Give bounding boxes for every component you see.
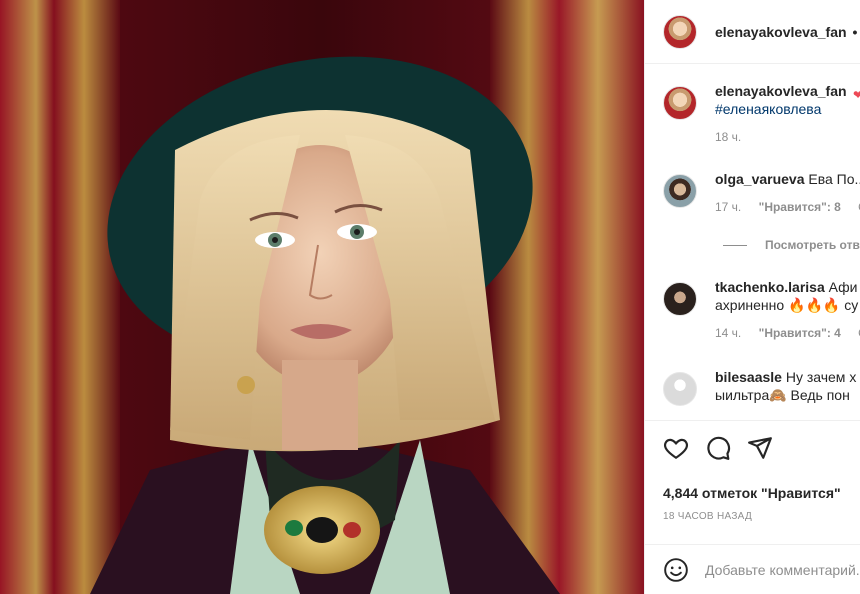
portrait-illustration <box>0 0 644 594</box>
caption-hashtag[interactable]: #еленаяковлева <box>715 100 847 118</box>
caption-time[interactable]: 18 ч. <box>715 130 741 144</box>
header-dot: • <box>852 23 858 40</box>
post-time[interactable]: 18 ЧАСОВ НАЗАД <box>663 511 752 522</box>
comment-text: Ева По... <box>808 171 860 187</box>
comment-likes[interactable]: "Нравится": 4 <box>759 326 841 340</box>
comment-username[interactable]: tkachenko.larisa <box>715 279 825 295</box>
comment-text: Ну зачем х <box>785 369 857 385</box>
comment-time[interactable]: 14 ч. <box>715 326 741 340</box>
post-actions: 4,844 отметок "Нравится" 18 ЧАСОВ НАЗАД <box>645 420 860 544</box>
commenter-avatar[interactable] <box>663 372 697 406</box>
add-comment-bar <box>645 544 860 594</box>
comment-text-line2: ыильтра🙈 Ведь пон <box>715 387 850 403</box>
emoji-smile-icon[interactable] <box>663 557 689 583</box>
comment-item: tkachenko.larisa Афи ахриненно 🔥🔥🔥 су 14… <box>663 278 860 342</box>
comment-text-line2: ахриненно 🔥🔥🔥 су <box>715 297 859 313</box>
caption-username[interactable]: elenayakovleva_fan <box>715 83 847 99</box>
comment-item: bilesaasle Ну зачем х ыильтра🙈 Ведь пон <box>663 368 860 406</box>
likes-count[interactable]: 4,844 отметок "Нравится" <box>663 485 841 501</box>
author-avatar[interactable] <box>663 14 697 49</box>
commenter-avatar[interactable] <box>663 282 697 316</box>
verified-heart-icon: ❤ <box>853 88 860 102</box>
add-comment-input[interactable] <box>705 561 860 578</box>
comment-username[interactable]: bilesaasle <box>715 369 782 385</box>
post-header: elenayakovleva_fan • <box>645 0 860 64</box>
comment-bubble-icon[interactable] <box>705 435 731 461</box>
comment-item: olga_varueva Ева По... 17 ч. "Нравится":… <box>663 170 860 216</box>
replies-line <box>723 244 747 246</box>
comment-time[interactable]: 17 ч. <box>715 200 741 214</box>
comments-list: elenayakovleva_fan #еленаяковлева 18 ч. … <box>645 64 860 420</box>
like-heart-icon[interactable] <box>663 435 689 461</box>
post-side-panel: elenayakovleva_fan • elenayakovleva_fan … <box>644 0 860 594</box>
view-replies-button[interactable]: Посмотреть отв <box>723 238 860 252</box>
caption-item: elenayakovleva_fan #еленаяковлева 18 ч. <box>663 82 860 146</box>
comment-username[interactable]: olga_varueva <box>715 171 805 187</box>
comment-likes[interactable]: "Нравится": 8 <box>759 200 841 214</box>
post-photo[interactable] <box>0 0 644 594</box>
caption-avatar[interactable] <box>663 86 697 120</box>
author-username[interactable]: elenayakovleva_fan <box>715 24 847 40</box>
view-replies-label: Посмотреть отв <box>765 238 860 252</box>
commenter-avatar[interactable] <box>663 174 697 208</box>
share-send-icon[interactable] <box>747 435 773 461</box>
comment-text: Афи <box>828 279 858 295</box>
